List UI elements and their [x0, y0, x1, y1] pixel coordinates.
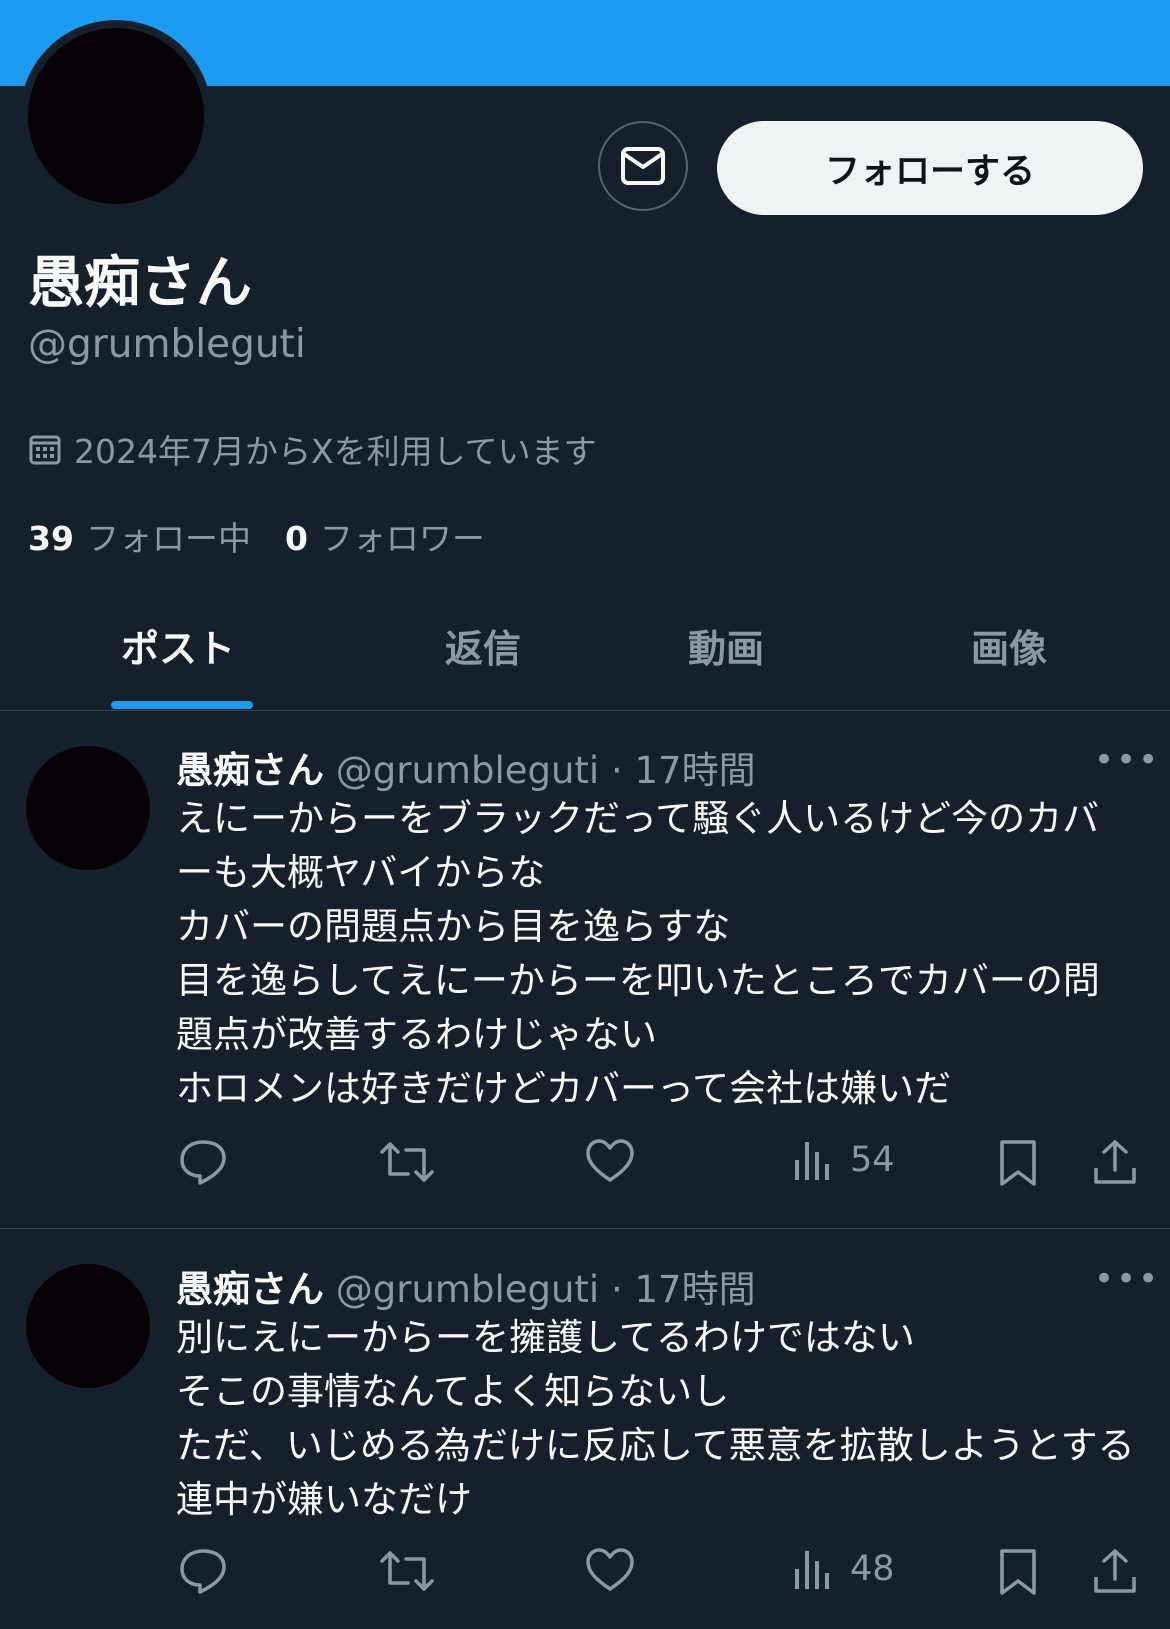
tweet-text: えにーからーをブラックだって騒ぐ人いるけど今のカバーも大概ヤバイからな カバーの… [176, 797, 1100, 1110]
reply-button[interactable] [178, 1138, 228, 1186]
tweet-header: 愚痴さん @grumbleguti · 17時間 [176, 740, 756, 794]
reply-icon [180, 1549, 226, 1594]
retweet-button[interactable] [378, 1138, 436, 1186]
views-button[interactable]: 48 [792, 1547, 895, 1591]
like-button[interactable] [585, 1138, 635, 1184]
profile-tabs: ポスト 返信 動画 画像 [0, 590, 1170, 711]
bookmark-icon [1000, 1140, 1036, 1186]
views-count: 48 [850, 1549, 895, 1589]
share-icon [1094, 1549, 1136, 1593]
bookmark-button[interactable] [998, 1547, 1038, 1597]
views-icon [795, 1551, 829, 1589]
tweet-author-name[interactable]: 愚痴さん [176, 749, 324, 792]
like-icon [586, 1548, 634, 1591]
tweet-actions: 48 [0, 1547, 1170, 1607]
reply-icon [180, 1140, 226, 1185]
profile-avatar[interactable] [20, 20, 212, 212]
tab-images[interactable]: 画像 [971, 618, 1047, 673]
views-count: 54 [850, 1140, 895, 1180]
tweet-dot: · [599, 1268, 635, 1311]
following-label: フォロー中 [85, 519, 251, 558]
tweet-dot: · [599, 749, 635, 792]
reply-button[interactable] [178, 1547, 228, 1595]
more-icon[interactable]: ••• [1094, 740, 1160, 780]
tweet-author-handle[interactable]: @grumbleguti [336, 749, 599, 792]
tweet-avatar[interactable] [26, 1264, 150, 1388]
retweet-icon [380, 1551, 434, 1591]
tweet[interactable]: 愚痴さん @grumbleguti · 17時間 ••• 別にえにーからーを擁護… [0, 1229, 1170, 1629]
tweet-actions: 54 [0, 1138, 1170, 1198]
followers-label: フォロワー [319, 519, 485, 558]
share-button[interactable] [1092, 1547, 1138, 1595]
bookmark-button[interactable] [998, 1138, 1038, 1188]
tweet-time[interactable]: 17時間 [635, 1268, 756, 1311]
views-button[interactable]: 54 [792, 1138, 895, 1182]
followers-count: 0 [284, 519, 308, 558]
profile-display-name: 愚痴さん [28, 251, 252, 316]
bookmark-icon [1000, 1549, 1036, 1595]
retweet-button[interactable] [378, 1547, 436, 1595]
profile-handle: @grumbleguti [28, 322, 306, 367]
more-icon[interactable]: ••• [1094, 1259, 1160, 1299]
following-count: 39 [28, 519, 74, 558]
active-tab-indicator [111, 701, 253, 709]
share-button[interactable] [1092, 1138, 1138, 1186]
share-icon [1094, 1140, 1136, 1184]
tweet-time[interactable]: 17時間 [635, 749, 756, 792]
tab-posts[interactable]: ポスト [121, 618, 235, 673]
tweet-avatar[interactable] [26, 746, 150, 870]
tab-replies[interactable]: 返信 [445, 618, 521, 673]
tweet-header: 愚痴さん @grumbleguti · 17時間 [176, 1259, 756, 1313]
followers-link[interactable]: 0 フォロワー [285, 512, 485, 560]
calendar-icon [29, 435, 61, 465]
joined-text: 2024年7月からXを利用しています [74, 432, 597, 471]
views-icon [795, 1142, 829, 1180]
like-icon [586, 1139, 634, 1182]
tweet-text: 別にえにーからーを擁護してるわけではない そこの事情なんてよく知らないし ただ、… [176, 1316, 1135, 1521]
follow-stats: 39 フォロー中 0 フォロワー [28, 512, 485, 560]
retweet-icon [380, 1142, 434, 1182]
message-button[interactable] [598, 121, 688, 211]
following-link[interactable]: 39 フォロー中 [28, 512, 251, 560]
joined-date: 2024年7月からXを利用しています [28, 425, 597, 473]
like-button[interactable] [585, 1547, 635, 1593]
tweet[interactable]: 愚痴さん @grumbleguti · 17時間 ••• えにーからーをブラック… [0, 710, 1170, 1230]
follow-button[interactable]: フォローする [717, 121, 1143, 215]
tab-videos[interactable]: 動画 [688, 618, 764, 673]
tweet-author-name[interactable]: 愚痴さん [176, 1268, 324, 1311]
tweet-author-handle[interactable]: @grumbleguti [336, 1268, 599, 1311]
mail-icon [621, 147, 665, 185]
